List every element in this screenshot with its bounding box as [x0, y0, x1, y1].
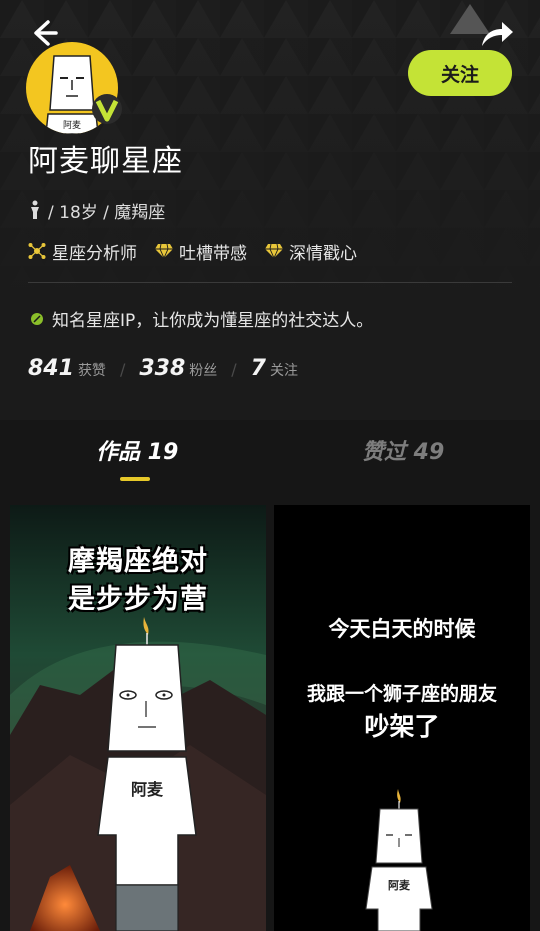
following-label: 关注: [269, 363, 298, 379]
video-grid: 阿麦 摩羯座绝对 是步步为营 阿麦 今天白天的时候 我跟一个狮子座的朋友 吵架了: [0, 492, 540, 931]
diamond-icon: [155, 243, 173, 259]
analyst-icon: [28, 243, 46, 259]
shirt-text: 阿麦: [388, 878, 411, 892]
video-card[interactable]: 阿麦 摩羯座绝对 是步步为营: [10, 505, 266, 931]
content-tabs: 作品 19 赞过 49: [0, 420, 540, 492]
profile-name: 阿麦聊星座: [28, 144, 183, 179]
bio-text: 知名星座IP，让你成为懂星座的社交达人。: [52, 311, 374, 331]
verified-badge-icon: [92, 94, 122, 124]
likes-label: 获赞: [77, 363, 106, 379]
following-count[interactable]: 7: [251, 356, 266, 381]
likes-count[interactable]: 841: [28, 356, 74, 381]
fans-count[interactable]: 338: [139, 356, 185, 381]
share-icon[interactable]: [478, 16, 516, 50]
card-caption-line: 是步步为营: [68, 584, 208, 615]
stat-separator: /: [119, 360, 126, 379]
video-card[interactable]: 阿麦 今天白天的时候 我跟一个狮子座的朋友 吵架了: [274, 505, 530, 931]
active-tab-indicator: [120, 477, 150, 481]
stat-separator: /: [231, 360, 237, 379]
card-caption-line: 我跟一个狮子座的朋友: [306, 683, 497, 705]
tab-liked[interactable]: 赞过 49: [362, 434, 444, 466]
diamond-icon: [265, 243, 283, 259]
tag-label: 星座分析师: [52, 243, 137, 264]
profile-tags: 星座分析师 吐槽带感 深情戳心: [28, 238, 375, 264]
card-caption-line: 今天白天的时候: [328, 617, 476, 641]
tag-heart[interactable]: 深情戳心: [265, 239, 357, 264]
tag-label: 吐槽带感: [179, 243, 247, 264]
profile-bio: 知名星座IP，让你成为懂星座的社交达人。: [30, 306, 373, 331]
divider: [28, 282, 512, 283]
profile-header: 阿麦 关注 阿麦聊星座 / 18岁 / 魔羯座 星座分析师 吐槽带感 深情戳心 …: [0, 0, 540, 420]
fans-label: 粉丝: [189, 363, 218, 379]
card-caption-line: 吵架了: [364, 712, 440, 741]
card-caption-line: 摩羯座绝对: [68, 546, 208, 577]
gender-person-icon: [31, 200, 39, 219]
profile-info-text: / 18岁 / 魔羯座: [48, 202, 166, 223]
profile-stats: 841 获赞 / 338 粉丝 / 7 关注: [28, 356, 312, 388]
tag-roast[interactable]: 吐槽带感: [155, 239, 247, 264]
tag-analyst[interactable]: 星座分析师: [28, 239, 137, 264]
avatar-shirt-text: 阿麦: [63, 119, 81, 131]
follow-button[interactable]: 关注: [408, 50, 512, 96]
tag-label: 深情戳心: [289, 243, 357, 264]
shirt-text: 阿麦: [131, 780, 164, 799]
leaf-badge-icon: [31, 312, 43, 325]
tab-works[interactable]: 作品 19: [96, 434, 178, 466]
profile-info: / 18岁 / 魔羯座: [28, 198, 166, 223]
